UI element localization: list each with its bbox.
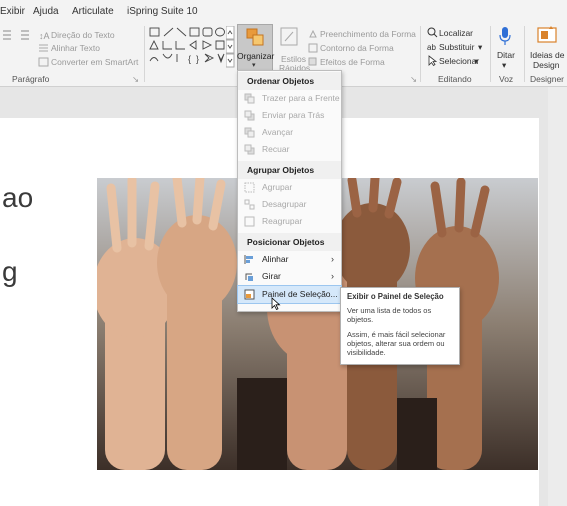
move-backward-icon: [244, 144, 255, 155]
tooltip-line-1: Ver uma lista de todos os objetos.: [347, 306, 432, 324]
svg-text:{: {: [188, 54, 191, 64]
design-ideas-icon[interactable]: [536, 25, 558, 45]
menu-item-trazer-frente[interactable]: Trazer para a Frente: [238, 90, 341, 107]
organizar-button[interactable]: Organizar ▾: [237, 24, 275, 72]
group-label-voz: Voz: [499, 74, 514, 84]
section-header-posicionar: Posicionar Objetos: [238, 233, 341, 251]
chevron-down-icon[interactable]: ▾: [502, 60, 506, 71]
quick-styles-icon[interactable]: [279, 26, 299, 48]
microphone-icon[interactable]: [497, 26, 513, 46]
tooltip-title: Exibir o Painel de Seleção: [347, 292, 444, 301]
send-backward-icon: [244, 110, 255, 121]
slide-text-line-1[interactable]: ao: [2, 182, 33, 214]
svg-text:ab: ab: [427, 43, 436, 52]
section-header-ordenar: Ordenar Objetos: [238, 72, 341, 90]
selection-pane-tooltip: Exibir o Painel de Seleção Ver uma lista…: [340, 287, 460, 365]
menu-item-desagrupar[interactable]: Desagrupar: [238, 196, 341, 213]
divider: [524, 26, 525, 82]
rotate-icon: [245, 273, 253, 281]
shapes-scroll-icon[interactable]: [226, 26, 235, 70]
alinhar-texto-button[interactable]: Alinhar Texto: [51, 43, 100, 53]
organizar-dropdown-menu: Ordenar Objetos Trazer para a Frente Env…: [237, 70, 342, 312]
paragraph-list-icons[interactable]: [3, 29, 43, 41]
launcher-paragrafo-icon[interactable]: ↘: [132, 74, 139, 85]
mouse-cursor-icon: [271, 297, 281, 311]
group-label-paragrafo: Parágrafo: [12, 74, 50, 84]
shape-outline-icon: [308, 43, 318, 53]
tab-ajuda[interactable]: Ajuda: [33, 6, 59, 17]
tab-articulate[interactable]: Articulate: [72, 6, 114, 17]
group-label-designer: Designer: [530, 74, 565, 84]
menu-item-label: Avançar: [262, 127, 294, 137]
menu-item-label: Trazer para a Frente: [262, 93, 340, 103]
menu-item-girar[interactable]: Girar ›: [238, 268, 341, 285]
menu-item-painel-selecao[interactable]: Painel de Seleção...: [237, 285, 342, 304]
ditar-button[interactable]: Ditar: [497, 50, 515, 60]
chevron-down-icon[interactable]: ▾: [478, 42, 482, 53]
ungroup-icon: [244, 199, 255, 210]
divider: [144, 26, 145, 82]
menu-item-label: Girar: [262, 271, 281, 281]
move-forward-icon: [244, 127, 255, 138]
tab-ispring[interactable]: iSpring Suite 10: [127, 6, 198, 17]
selection-pane-icon: [244, 289, 255, 300]
menu-item-agrupar[interactable]: Agrupar: [238, 179, 341, 196]
group-icon: [244, 182, 255, 193]
menu-item-label: Reagrupar: [262, 216, 303, 226]
preenchimento-button[interactable]: Preenchimento da Forma: [320, 29, 416, 39]
replace-icon: ab: [427, 43, 436, 52]
localizar-button[interactable]: Localizar: [439, 28, 473, 38]
regroup-icon: [244, 216, 255, 227]
menu-item-avancar[interactable]: Avançar: [238, 124, 341, 141]
converter-smartart-button[interactable]: Converter em SmartArt: [51, 57, 138, 67]
organizar-label: Organizar: [237, 51, 275, 61]
svg-text:↕A: ↕A: [39, 31, 50, 41]
menu-item-alinhar[interactable]: Alinhar ›: [238, 251, 341, 268]
tooltip-line-2: Assim, é mais fácil selecionar objetos, …: [347, 330, 446, 357]
chevron-down-icon[interactable]: ▾: [474, 56, 478, 67]
menu-item-label: Desagrupar: [262, 199, 307, 209]
launcher-desenho-icon[interactable]: ↘: [410, 74, 417, 85]
menu-item-label: Agrupar: [262, 182, 293, 192]
contorno-button[interactable]: Contorno da Forma: [320, 43, 394, 53]
chevron-right-icon: ›: [331, 254, 334, 264]
select-cursor-icon: [428, 55, 438, 66]
chevron-right-icon: ›: [331, 271, 334, 281]
shape-effects-icon: [308, 57, 317, 66]
ideias-design-label-2[interactable]: Design: [533, 60, 559, 70]
menu-item-label: Enviar para Trás: [262, 110, 325, 120]
align-text-icon: [39, 44, 48, 52]
slide-text-line-2[interactable]: g: [2, 256, 18, 288]
shape-fill-icon: [309, 29, 317, 38]
tab-exibir[interactable]: Exibir: [0, 6, 25, 17]
menu-item-enviar-tras[interactable]: Enviar para Trás: [238, 107, 341, 124]
bring-forward-icon: [244, 93, 255, 104]
direcao-texto-button[interactable]: Direção do Texto: [51, 30, 115, 40]
menu-item-label: Alinhar: [262, 254, 289, 264]
menu-item-label: Recuar: [262, 144, 290, 154]
text-direction-icon: ↕A: [39, 31, 50, 41]
section-header-agrupar: Agrupar Objetos: [238, 161, 341, 179]
ideias-design-label-1[interactable]: Ideias de: [530, 50, 565, 60]
shapes-gallery[interactable]: { }: [148, 26, 226, 66]
svg-text:}: }: [196, 54, 199, 64]
align-icon: [244, 255, 253, 264]
vertical-scrollbar[interactable]: [548, 87, 567, 506]
menu-item-recuar[interactable]: Recuar: [238, 141, 341, 158]
search-icon: [427, 27, 438, 38]
chevron-down-icon: ▾: [252, 62, 256, 69]
menu-item-reagrupar[interactable]: Reagrupar: [238, 213, 341, 230]
divider: [490, 26, 491, 82]
arrange-icon: [246, 28, 264, 46]
efeitos-button[interactable]: Efeitos de Forma: [320, 57, 385, 67]
menu-bar: Exibir Ajuda Articulate iSpring Suite 10: [0, 0, 567, 22]
group-label-editando: Editando: [438, 74, 472, 84]
smartart-icon: [38, 57, 49, 67]
substituir-button[interactable]: Substituir: [439, 42, 474, 52]
divider: [420, 26, 421, 82]
